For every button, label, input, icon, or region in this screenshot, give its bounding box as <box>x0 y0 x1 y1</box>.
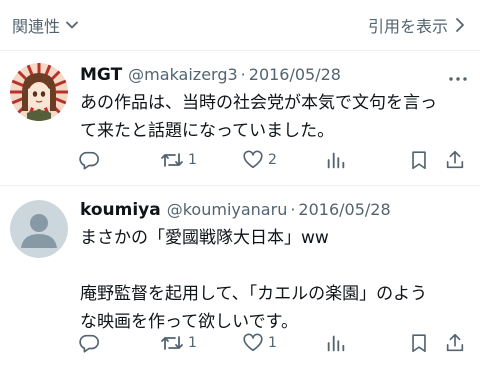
sort-label: 関連性 <box>12 17 61 36</box>
post-text: あの作品は、当時の社会党が本気で文句を言っ て来たと話題になっていました。 <box>80 89 460 145</box>
display-name[interactable]: MGT <box>80 65 122 85</box>
reply-icon <box>78 332 100 354</box>
bookmark-icon <box>408 332 430 354</box>
heart-icon <box>242 149 264 171</box>
quote-label: 引用を表示 <box>367 17 448 36</box>
reply-icon <box>78 149 100 171</box>
post-header: MGT @makaizerg3 · 2016/05/28 <box>80 65 470 89</box>
views-icon <box>325 332 347 354</box>
bookmark-icon <box>408 149 430 171</box>
post-text-line: あの作品は、当時の社会党が本気で文句を言っ <box>80 93 437 113</box>
view-quotes-button[interactable]: 引用を表示 <box>368 12 466 38</box>
post-text-line: まさかの「愛國戦隊大日本」ww <box>80 228 329 248</box>
views-button[interactable] <box>325 328 347 358</box>
post-text-blank-line <box>80 252 460 280</box>
repost-button[interactable]: 1 <box>160 328 197 358</box>
avatar[interactable] <box>10 63 68 121</box>
sort-relevance-button[interactable]: 関連性 <box>12 12 80 38</box>
share-button[interactable] <box>444 145 466 175</box>
post-header: koumiya @koumiyanaru · 2016/05/28 <box>80 200 470 224</box>
more-icon[interactable] <box>446 69 470 89</box>
action-bar: 1 2 <box>70 145 470 175</box>
repost-count: 1 <box>188 335 197 351</box>
replies-toolbar: 関連性 引用を表示 <box>0 0 480 50</box>
share-button[interactable] <box>444 328 466 358</box>
post-text-line: て来たと話題になっていました。 <box>80 121 335 141</box>
reply-button[interactable] <box>78 145 104 175</box>
reply-post[interactable]: MGT @makaizerg3 · 2016/05/28 あの作品は、当時の社会… <box>0 51 480 185</box>
post-text-line: 庵野監督を起用して、「カエルの楽園」のよう <box>80 284 428 304</box>
user-handle[interactable]: @makaizerg3 <box>128 65 238 84</box>
action-bar: 1 1 <box>70 328 470 358</box>
chevron-down-icon <box>64 17 80 33</box>
chevron-right-icon <box>454 16 466 34</box>
like-button[interactable]: 1 <box>242 328 277 358</box>
separator-dot: · <box>240 65 246 84</box>
reply-post[interactable]: koumiya @koumiyanaru · 2016/05/28 まさかの「愛… <box>0 186 480 366</box>
share-icon <box>444 332 466 354</box>
post-date[interactable]: 2016/05/28 <box>249 65 341 84</box>
avatar-default[interactable] <box>10 200 68 258</box>
views-button[interactable] <box>325 145 347 175</box>
like-count: 1 <box>268 335 277 351</box>
user-handle[interactable]: @koumiyanaru <box>167 200 288 219</box>
repost-icon <box>160 332 184 354</box>
repost-icon <box>160 149 184 171</box>
heart-icon <box>242 332 264 354</box>
bookmark-button[interactable] <box>408 145 430 175</box>
separator-dot: · <box>290 200 296 219</box>
repost-button[interactable]: 1 <box>160 145 197 175</box>
like-count: 2 <box>268 152 277 168</box>
reply-button[interactable] <box>78 328 104 358</box>
like-button[interactable]: 2 <box>242 145 277 175</box>
repost-count: 1 <box>188 152 197 168</box>
views-icon <box>325 149 347 171</box>
post-date[interactable]: 2016/05/28 <box>298 200 390 219</box>
display-name[interactable]: koumiya <box>80 200 161 220</box>
share-icon <box>444 149 466 171</box>
post-text: まさかの「愛國戦隊大日本」ww 庵野監督を起用して、「カエルの楽園」のよう な映… <box>80 224 460 336</box>
bookmark-button[interactable] <box>408 328 430 358</box>
